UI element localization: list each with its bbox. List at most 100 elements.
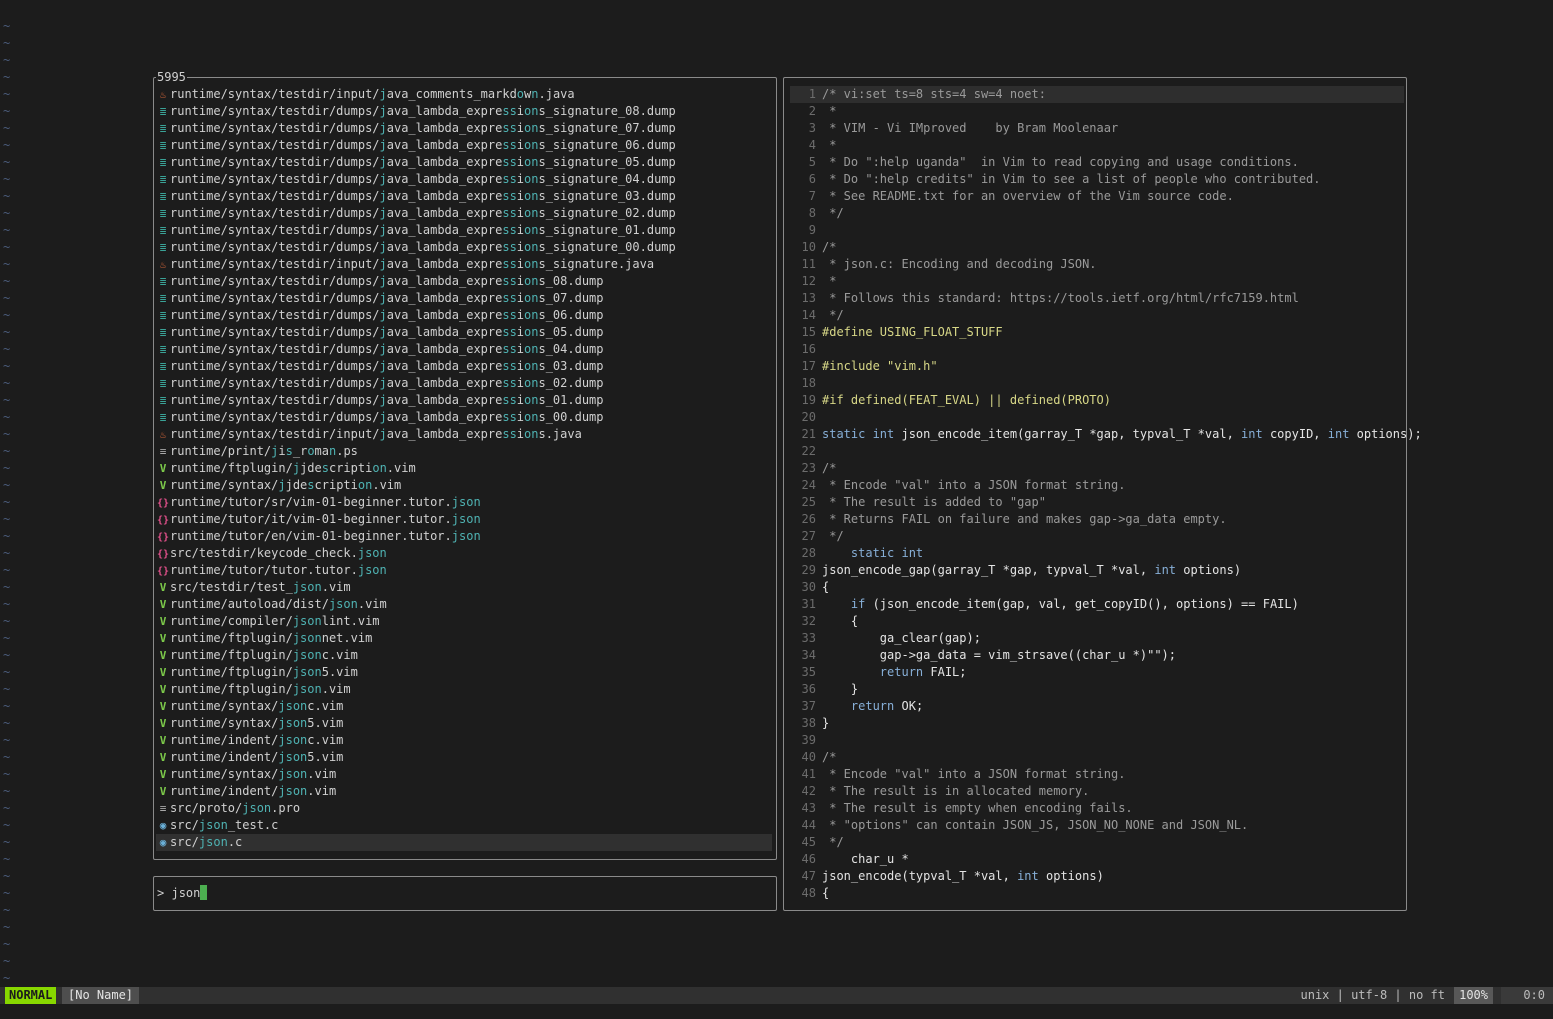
result-row[interactable]: ≣ runtime/syntax/testdir/dumps/java_lambd… [156, 239, 772, 256]
code-line: 1/* vi:set ts=8 sts=4 sw=4 noet: [790, 86, 1404, 103]
result-row[interactable]: ≣ runtime/syntax/testdir/dumps/java_lambd… [156, 341, 772, 358]
result-row[interactable]: ≣ runtime/syntax/testdir/dumps/java_lambd… [156, 375, 772, 392]
result-row[interactable]: {}runtime/tutor/tutor.tutor.json [156, 562, 772, 579]
text-file-icon: ≡ [159, 445, 167, 458]
line-number: 11 [801, 257, 816, 271]
result-row[interactable]: ≣ runtime/syntax/testdir/dumps/java_lambd… [156, 188, 772, 205]
result-row[interactable]: ≣ runtime/syntax/testdir/dumps/java_lambd… [156, 120, 772, 137]
result-row[interactable]: Vruntime/syntax/json5.vim [156, 715, 772, 732]
tilde-marker: ~ [3, 427, 11, 441]
result-path: runtime/syntax/testdir/dumps/java_lambda… [170, 359, 604, 373]
dump-file-icon: ≣ [159, 360, 167, 373]
code-line: 48{ [790, 885, 1404, 902]
code-line: 3 * VIM - Vi IMproved by Bram Moolenaar [790, 120, 1404, 137]
result-row[interactable]: ≣ runtime/syntax/testdir/dumps/java_lambd… [156, 273, 772, 290]
code-line: 23/* [790, 460, 1404, 477]
result-row[interactable]: ≣ runtime/syntax/testdir/dumps/java_lambd… [156, 154, 772, 171]
tilde-marker: ~ [3, 937, 11, 951]
result-row[interactable]: ≣ runtime/syntax/testdir/dumps/java_lambd… [156, 103, 772, 120]
result-row[interactable]: Vruntime/compiler/jsonlint.vim [156, 613, 772, 630]
result-row[interactable]: Vruntime/indent/jsonc.vim [156, 732, 772, 749]
tilde-marker: ~ [3, 87, 11, 101]
line-number: 13 [801, 291, 816, 305]
line-number: 31 [801, 597, 816, 611]
result-path: runtime/syntax/testdir/dumps/java_lambda… [170, 308, 604, 322]
line-number: 48 [801, 886, 816, 900]
line-number: 45 [801, 835, 816, 849]
vim-file-icon: V [159, 666, 167, 679]
result-row[interactable]: ≣ runtime/syntax/testdir/dumps/java_lambd… [156, 392, 772, 409]
json-file-icon: {} [156, 498, 170, 509]
result-row[interactable]: ≣ runtime/syntax/testdir/dumps/java_lambd… [156, 205, 772, 222]
result-row[interactable]: ≣ runtime/syntax/testdir/dumps/java_lambd… [156, 307, 772, 324]
result-row[interactable]: Vruntime/ftplugin/json5.vim [156, 664, 772, 681]
text-file-icon: ≡ [159, 802, 167, 815]
result-row[interactable]: ≣ runtime/syntax/testdir/dumps/java_lambd… [156, 409, 772, 426]
result-row[interactable]: {}runtime/tutor/sr/vim-01-beginner.tutor… [156, 494, 772, 511]
result-row[interactable]: {}runtime/tutor/en/vim-01-beginner.tutor… [156, 528, 772, 545]
result-row[interactable]: ≣ runtime/syntax/testdir/dumps/java_lambd… [156, 324, 772, 341]
code-line: 25 * The result is added to "gap" [790, 494, 1404, 511]
result-row[interactable]: ≣ runtime/syntax/testdir/dumps/java_lambd… [156, 290, 772, 307]
result-row[interactable]: Vruntime/indent/json.vim [156, 783, 772, 800]
result-row[interactable]: ≣ runtime/syntax/testdir/dumps/java_lambd… [156, 171, 772, 188]
line-number: 7 [808, 189, 816, 203]
result-row[interactable]: Vruntime/ftplugin/json.vim [156, 681, 772, 698]
tilde-marker: ~ [3, 155, 11, 169]
tilde-marker: ~ [3, 36, 11, 50]
tilde-marker: ~ [3, 104, 11, 118]
tilde-marker: ~ [3, 410, 11, 424]
result-row-selected[interactable]: ◉ src/json.c [156, 834, 772, 851]
result-row[interactable]: Vruntime/syntax/jsonc.vim [156, 698, 772, 715]
statusline: NORMAL [No Name] unix | utf-8 | no ft 10… [0, 987, 1553, 1004]
result-row[interactable]: Vruntime/indent/json5.vim [156, 749, 772, 766]
tilde-marker: ~ [3, 886, 11, 900]
result-path: runtime/syntax/testdir/dumps/java_lambda… [170, 104, 676, 118]
tilde-marker: ~ [3, 461, 11, 475]
result-row[interactable]: Vruntime/syntax/jjdescription.vim [156, 477, 772, 494]
results-list[interactable]: ♨ runtime/syntax/testdir/input/java_comme… [156, 86, 772, 851]
tilde-marker: ~ [3, 478, 11, 492]
result-row[interactable]: Vruntime/ftplugin/jjdescription.vim [156, 460, 772, 477]
vim-file-icon: V [159, 700, 167, 713]
result-row[interactable]: ◉ src/json_test.c [156, 817, 772, 834]
result-row[interactable]: Vruntime/ftplugin/jsonc.vim [156, 647, 772, 664]
code-line: 18 [790, 375, 1404, 392]
result-row[interactable]: Vsrc/testdir/test_json.vim [156, 579, 772, 596]
code-line: 8 */ [790, 205, 1404, 222]
result-path: runtime/syntax/testdir/dumps/java_lambda… [170, 121, 676, 135]
code-line: 22 [790, 443, 1404, 460]
c-file-icon: ◉ [159, 836, 167, 849]
result-count: 5995 [156, 70, 187, 84]
result-row[interactable]: ≣ runtime/syntax/testdir/dumps/java_lambd… [156, 358, 772, 375]
line-number: 24 [801, 478, 816, 492]
preview-code: 1/* vi:set ts=8 sts=4 sw=4 noet: 2 * 3 * V… [790, 86, 1422, 902]
search-prompt[interactable]: > json [153, 876, 777, 911]
code-line: 43 * The result is empty when encoding f… [790, 800, 1404, 817]
result-row[interactable]: ♨ runtime/syntax/testdir/input/java_comme… [156, 86, 772, 103]
result-row[interactable]: ≡ runtime/print/jis_roman.ps [156, 443, 772, 460]
line-number: 1 [808, 87, 816, 101]
result-row[interactable]: ♨ runtime/syntax/testdir/input/java_lambd… [156, 256, 772, 273]
result-row[interactable]: Vruntime/syntax/json.vim [156, 766, 772, 783]
result-row[interactable]: ≡ src/proto/json.pro [156, 800, 772, 817]
dump-file-icon: ≣ [159, 394, 167, 407]
line-number: 38 [801, 716, 816, 730]
result-path: runtime/ftplugin/json.vim [170, 682, 351, 696]
result-row[interactable]: ≣ runtime/syntax/testdir/dumps/java_lambd… [156, 222, 772, 239]
result-row[interactable]: ≣ runtime/syntax/testdir/dumps/java_lambd… [156, 137, 772, 154]
search-input[interactable]: json [171, 886, 200, 900]
vim-file-icon: V [159, 649, 167, 662]
dump-file-icon: ≣ [159, 207, 167, 220]
tilde-marker: ~ [3, 53, 11, 67]
dump-file-icon: ≣ [159, 122, 167, 135]
result-row[interactable]: Vruntime/ftplugin/jsonnet.vim [156, 630, 772, 647]
tilde-marker: ~ [3, 512, 11, 526]
result-row[interactable]: Vruntime/autoload/dist/json.vim [156, 596, 772, 613]
code-line: 21 static int json_encode_item(garray_T *… [790, 426, 1422, 443]
dump-file-icon: ≣ [159, 411, 167, 424]
tilde-marker: ~ [3, 495, 11, 509]
result-row[interactable]: {}src/testdir/keycode_check.json [156, 545, 772, 562]
result-row[interactable]: ♨ runtime/syntax/testdir/input/java_lambd… [156, 426, 772, 443]
result-row[interactable]: {}runtime/tutor/it/vim-01-beginner.tutor… [156, 511, 772, 528]
